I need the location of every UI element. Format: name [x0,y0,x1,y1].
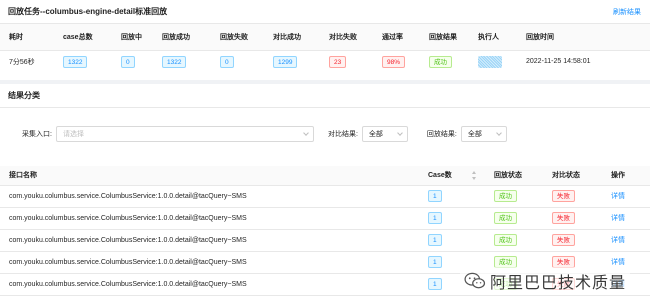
col-api-name: 接口名称 [0,166,419,186]
col-compare-fail: 对比失败 [320,24,373,51]
results-header: 结果分类 [0,84,650,108]
case-count-badge: 1 [428,234,442,246]
watermark-text: 阿里巴巴技术质量 [489,275,626,292]
results-header-row: 接口名称 Case数 回放状态 对比状态 操作 [0,166,650,186]
pass-rate-badge: 98% [382,55,406,68]
col-replay-time: 回放时间 [517,24,650,51]
section-title: 结果分类 [8,91,40,100]
replay-result-select[interactable]: 全部 [460,126,507,142]
chevron-down-icon [303,130,309,136]
refresh-results-link[interactable]: 刷新结果 [613,7,641,17]
executor-avatar [478,55,502,68]
compare-fail-badge: 23 [329,55,347,68]
detail-link[interactable]: 详情 [611,237,625,244]
col-case-total: case总数 [54,24,112,51]
table-row: com.youku.columbus.service.ColumbusServi… [0,207,650,230]
replay-time-value: 2022-11-25 14:58:01 [526,58,591,66]
replay-status-badge: 成功 [494,212,517,224]
case-total-badge: 1322 [63,55,88,68]
chevron-down-icon [397,130,403,136]
case-count-badge: 1 [428,256,442,268]
col-replay-success: 回放成功 [153,24,211,51]
page-title: 回放任务--columbus-engine-detail标准回放 [8,7,168,16]
col-duration: 耗时 [0,24,54,51]
col-replay-status: 回放状态 [485,166,543,186]
summary-table: 耗时 case总数 回放中 回放成功 回放失败 对比成功 对比失败 通过率 回放… [0,24,650,73]
col-replay-fail: 回放失败 [211,24,264,51]
replaying-badge: 0 [121,55,135,68]
compare-success-badge: 1299 [273,55,298,68]
replay-fail-badge: 0 [220,55,234,68]
compare-result-value: 全部 [368,131,383,138]
detail-link[interactable]: 详情 [611,215,625,222]
api-name: com.youku.columbus.service.ColumbusServi… [0,207,419,230]
watermark: 阿里巴巴技术质量 [459,267,630,295]
detail-link[interactable]: 详情 [611,259,625,266]
replay-status-badge: 成功 [494,234,517,246]
compare-status-badge: 失败 [552,212,575,224]
compare-status-badge: 失败 [552,190,575,202]
case-count-badge: 1 [428,212,442,224]
case-count-badge: 1 [428,190,442,202]
col-pass-rate: 通过率 [373,24,420,51]
table-row: com.youku.columbus.service.ColumbusServi… [0,185,650,208]
col-replaying: 回放中 [112,24,153,51]
table-row: com.youku.columbus.service.ColumbusServi… [0,229,650,252]
case-count-badge: 1 [428,278,442,290]
compare-status-badge: 失败 [552,234,575,246]
collect-entry-label: 采集入口: [22,131,52,138]
compare-result-label: 对比结果: [327,131,358,138]
detail-link[interactable]: 详情 [611,193,625,200]
col-executor: 执行人 [469,24,517,51]
summary-header-row: 耗时 case总数 回放中 回放成功 回放失败 对比成功 对比失败 通过率 回放… [0,24,650,51]
collect-entry-placeholder: 请选择 [62,131,84,138]
api-name: com.youku.columbus.service.ColumbusServi… [0,251,419,274]
duration-value: 7分56秒 [9,58,35,66]
api-name: com.youku.columbus.service.ColumbusServi… [0,273,419,296]
col-case-count-label: Case数 [428,172,452,180]
col-compare-success: 对比成功 [264,24,320,51]
filter-bar: 采集入口: 请选择 对比结果: 全部 回放结果: 全部 [0,117,650,151]
api-name: com.youku.columbus.service.ColumbusServi… [0,185,419,208]
sort-icon[interactable] [472,171,477,180]
col-compare-status: 对比状态 [543,166,602,186]
api-name: com.youku.columbus.service.ColumbusServi… [0,229,419,252]
compare-result-select[interactable]: 全部 [361,126,408,142]
task-header: 回放任务--columbus-engine-detail标准回放 刷新结果 [0,0,650,24]
col-replay-result: 回放结果 [420,24,469,51]
chevron-down-icon [496,130,502,136]
wechat-icon [464,272,486,289]
replay-result-value: 全部 [467,131,482,138]
col-action: 操作 [602,166,650,186]
summary-row: 7分56秒 1322 0 1322 0 1299 23 98% 成功 2022-… [0,50,650,73]
replay-success-badge: 1322 [162,55,187,68]
replay-status-badge: 成功 [494,190,517,202]
replay-result-badge: 成功 [429,55,452,68]
task-summary-card: 回放任务--columbus-engine-detail标准回放 刷新结果 耗时… [0,0,650,80]
collect-entry-select[interactable]: 请选择 [55,126,314,142]
replay-result-label: 回放结果: [426,131,457,138]
col-case-count[interactable]: Case数 [419,166,485,186]
